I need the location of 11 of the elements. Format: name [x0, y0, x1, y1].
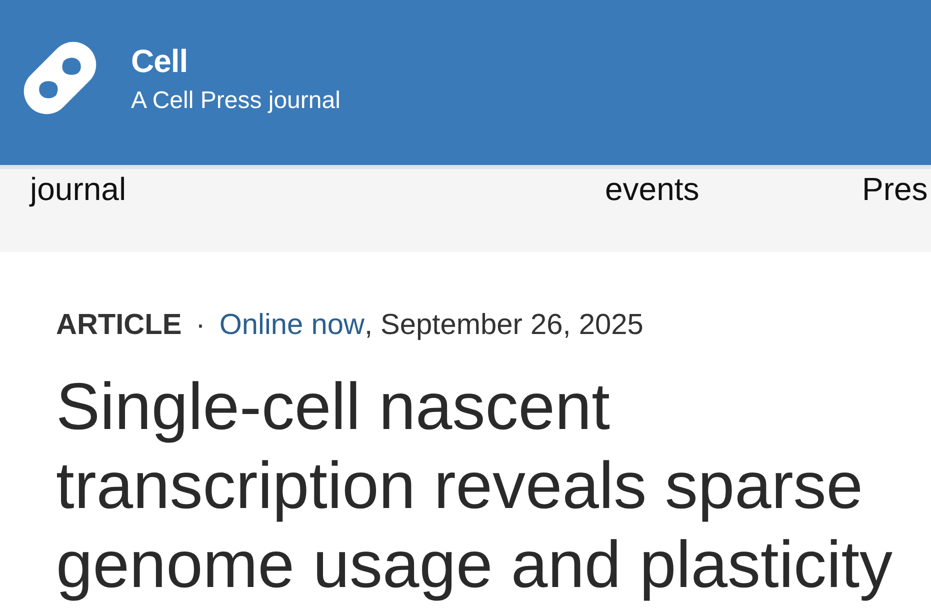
journal-tagline: A Cell Press journal [131, 87, 340, 115]
nav-link[interactable]: Pres [862, 171, 928, 207]
article-type: ARTICLE [56, 308, 182, 343]
separator-dot: · [196, 308, 206, 343]
journal-logo-icon [22, 40, 98, 116]
publication-date: , September 26, 2025 [364, 308, 644, 343]
nav-link[interactable]: journal [30, 171, 126, 207]
article-title: Single-cell nascent transcription reveals sparse genome usage and plasticity [56, 368, 894, 603]
nav-link[interactable]: events [605, 171, 700, 207]
online-now-link[interactable]: Online now [219, 308, 364, 343]
journal-name: Cell [131, 43, 189, 79]
